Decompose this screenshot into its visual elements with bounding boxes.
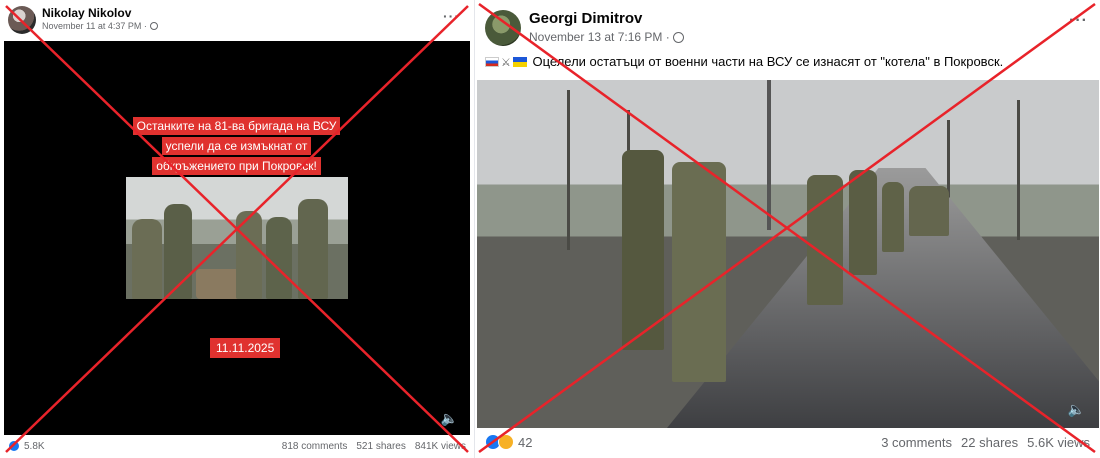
post-caption: ⚔ Оцелели остатъци от военни части на ВС… bbox=[485, 54, 1003, 69]
shares-count[interactable]: 521 shares bbox=[356, 441, 405, 452]
globe-icon bbox=[672, 31, 684, 43]
shares-count[interactable]: 22 shares bbox=[961, 435, 1018, 450]
post-meta: November 11 at 4:37 PM · bbox=[42, 21, 158, 31]
comments-count[interactable]: 3 comments bbox=[881, 435, 952, 450]
post-timestamp[interactable]: November 13 at 7:16 PM · bbox=[529, 30, 670, 44]
more-icon[interactable]: ··· bbox=[1069, 12, 1088, 30]
overlay-line: обкръжението при Покровск! bbox=[152, 157, 321, 175]
overlay-line: успели да се измъкнат от bbox=[161, 137, 312, 155]
post-meta: November 13 at 7:16 PM · bbox=[529, 30, 684, 44]
ukraine-flag-icon bbox=[512, 57, 527, 67]
post-card-left: Nikolay Nikolov November 11 at 4:37 PM ·… bbox=[0, 0, 474, 458]
views-count: 5.6K views bbox=[1027, 434, 1090, 450]
russia-flag-icon bbox=[485, 57, 499, 67]
video-date-tag: 11.11.2025 bbox=[210, 338, 281, 358]
overlay-line: Останките на 81-ва бригада на ВСУ bbox=[132, 117, 341, 135]
video-overlay-caption: Останките на 81-ва бригада на ВСУ успели… bbox=[129, 117, 344, 177]
globe-icon bbox=[149, 22, 158, 30]
post-video[interactable]: Останките на 81-ва бригада на ВСУ успели… bbox=[4, 41, 470, 435]
more-icon[interactable]: ··· bbox=[443, 8, 460, 24]
speaker-icon[interactable]: 🔈 bbox=[441, 410, 458, 427]
haha-reaction-icon bbox=[498, 434, 514, 450]
author-avatar[interactable] bbox=[485, 10, 521, 46]
reaction-count: 42 bbox=[518, 434, 533, 450]
speaker-icon[interactable]: 🔈 bbox=[1068, 401, 1085, 418]
like-reaction-icon bbox=[8, 440, 20, 452]
video-still-photo bbox=[126, 177, 348, 299]
comments-count[interactable]: 818 comments bbox=[282, 441, 348, 452]
post-timestamp[interactable]: November 11 at 4:37 PM · bbox=[42, 21, 147, 31]
author-avatar[interactable] bbox=[8, 6, 36, 34]
author-name[interactable]: Nikolay Nikolov bbox=[42, 6, 158, 20]
post-footer: 5.8K 818 comments 521 shares 841K views bbox=[0, 434, 474, 458]
post-header: Nikolay Nikolov November 11 at 4:37 PM · bbox=[8, 6, 158, 34]
post-header: Georgi Dimitrov November 13 at 7:16 PM · bbox=[485, 10, 684, 46]
reaction-summary[interactable]: 5.8K bbox=[8, 440, 45, 452]
post-caption-text: Оцелели остатъци от военни части на ВСУ … bbox=[532, 54, 1004, 69]
views-count: 841K views bbox=[414, 440, 466, 452]
post-card-right: Georgi Dimitrov November 13 at 7:16 PM ·… bbox=[474, 0, 1100, 458]
reaction-count: 5.8K bbox=[24, 440, 45, 452]
author-name[interactable]: Georgi Dimitrov bbox=[529, 10, 684, 27]
post-footer: 42 3 comments 22 shares 5.6K views bbox=[475, 426, 1100, 458]
crossed-swords-icon: ⚔ bbox=[501, 57, 511, 69]
post-video[interactable]: 🔈 bbox=[477, 80, 1099, 428]
reaction-summary[interactable]: 42 bbox=[485, 434, 532, 450]
